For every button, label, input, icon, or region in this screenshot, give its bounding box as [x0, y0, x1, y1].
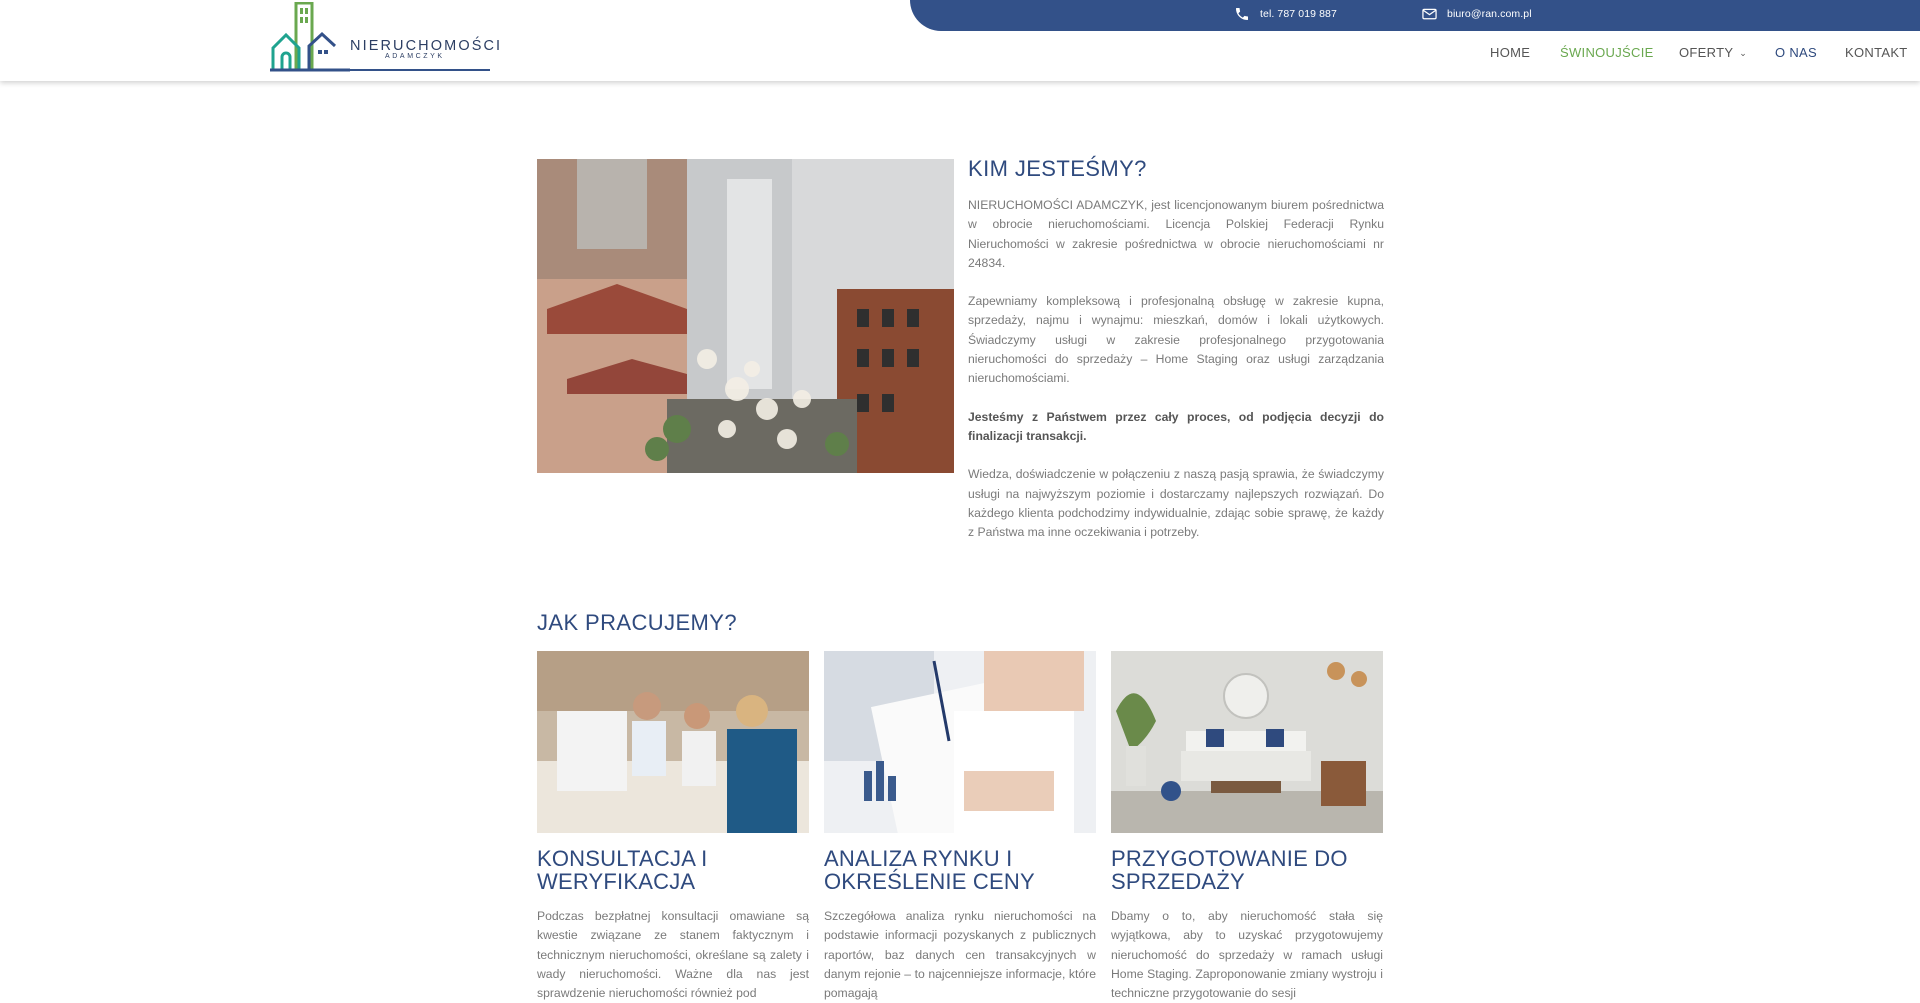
site-header: tel. 787 019 887 biuro@ran.com.pl NIERUC… — [0, 0, 1920, 81]
staging-text: Dbamy o to, aby nieruchomość stała się w… — [1111, 909, 1383, 1001]
chevron-down-icon[interactable]: ⌄ — [1739, 48, 1747, 58]
about-paragraph: Wiedza, doświadczenie w połączeniu z nas… — [968, 467, 1384, 540]
consultation-text: Podczas bezpłatnej konsultacji omawiane … — [537, 909, 809, 1001]
phone-contact[interactable]: tel. 787 019 887 — [1234, 0, 1337, 27]
logo-subname: ADAMCZYK — [385, 53, 445, 60]
staging-photo — [1111, 651, 1383, 833]
contact-bar: tel. 787 019 887 biuro@ran.com.pl — [910, 0, 1920, 31]
work-heading: JAK PRACUJEMY? — [537, 610, 737, 635]
nav-o-nas-label[interactable]: O NAS — [1775, 45, 1817, 60]
nav-oferty-label[interactable]: OFERTY — [1679, 45, 1733, 60]
consultation-title: KONSULTACJA I WERYFIKACJA — [537, 846, 708, 894]
about-text: NIERUCHOMOŚCI ADAMCZYK, jest licencjonow… — [968, 196, 1384, 561]
about-paragraph: NIERUCHOMOŚCI ADAMCZYK, jest licencjonow… — [968, 198, 1384, 270]
analysis-title: ANALIZA RYNKU I OKREŚLENIE CENY — [824, 846, 1035, 894]
nav-kontakt-label[interactable]: KONTAKT — [1845, 45, 1908, 60]
phone-number[interactable]: tel. 787 019 887 — [1260, 8, 1337, 20]
consultation-photo — [537, 651, 809, 833]
staging-title: PRZYGOTOWANIE DO SPRZEDAŻY — [1111, 846, 1348, 894]
nav-home-label[interactable]: HOME — [1490, 45, 1530, 60]
about-paragraph-highlight: Jesteśmy z Państwem przez cały proces, o… — [968, 409, 1384, 443]
nav-oferty[interactable]: OFERTY ⌄ — [1679, 45, 1747, 60]
phone-icon — [1236, 7, 1248, 20]
work-card-consultation: KONSULTACJA I WERYFIKACJA Podczas bezpła… — [537, 651, 809, 1003]
nav-kontakt[interactable]: KONTAKT — [1845, 45, 1908, 60]
about-photo-courtyard — [537, 159, 954, 473]
work-card-analysis: ANALIZA RYNKU I OKREŚLENIE CENY Szczegół… — [824, 651, 1096, 1003]
analysis-photo — [824, 651, 1096, 833]
about-paragraph: Zapewniamy kompleksową i profesjonalną o… — [968, 294, 1384, 386]
logo-underline — [348, 69, 490, 71]
mail-icon — [1422, 8, 1437, 19]
site-logo[interactable]: NIERUCHOMOŚCI ADAMCZYK — [270, 2, 500, 72]
logo-name: NIERUCHOMOŚCI — [350, 38, 503, 54]
nav-o-nas[interactable]: O NAS — [1775, 45, 1817, 60]
logo-houses-icon — [270, 2, 350, 72]
email-contact[interactable]: biuro@ran.com.pl — [1422, 0, 1532, 27]
analysis-text: Szczegółowa analiza rynku nieruchomości … — [824, 909, 1096, 1001]
nav-swinoujscie-label[interactable]: ŚWINOUJŚCIE — [1560, 45, 1654, 60]
nav-home[interactable]: HOME — [1490, 45, 1530, 60]
about-heading: KIM JESTEŚMY? — [968, 156, 1147, 181]
work-card-staging: PRZYGOTOWANIE DO SPRZEDAŻY Dbamy o to, a… — [1111, 651, 1383, 1003]
nav-swinoujscie[interactable]: ŚWINOUJŚCIE — [1560, 45, 1654, 60]
email-address[interactable]: biuro@ran.com.pl — [1447, 8, 1532, 20]
